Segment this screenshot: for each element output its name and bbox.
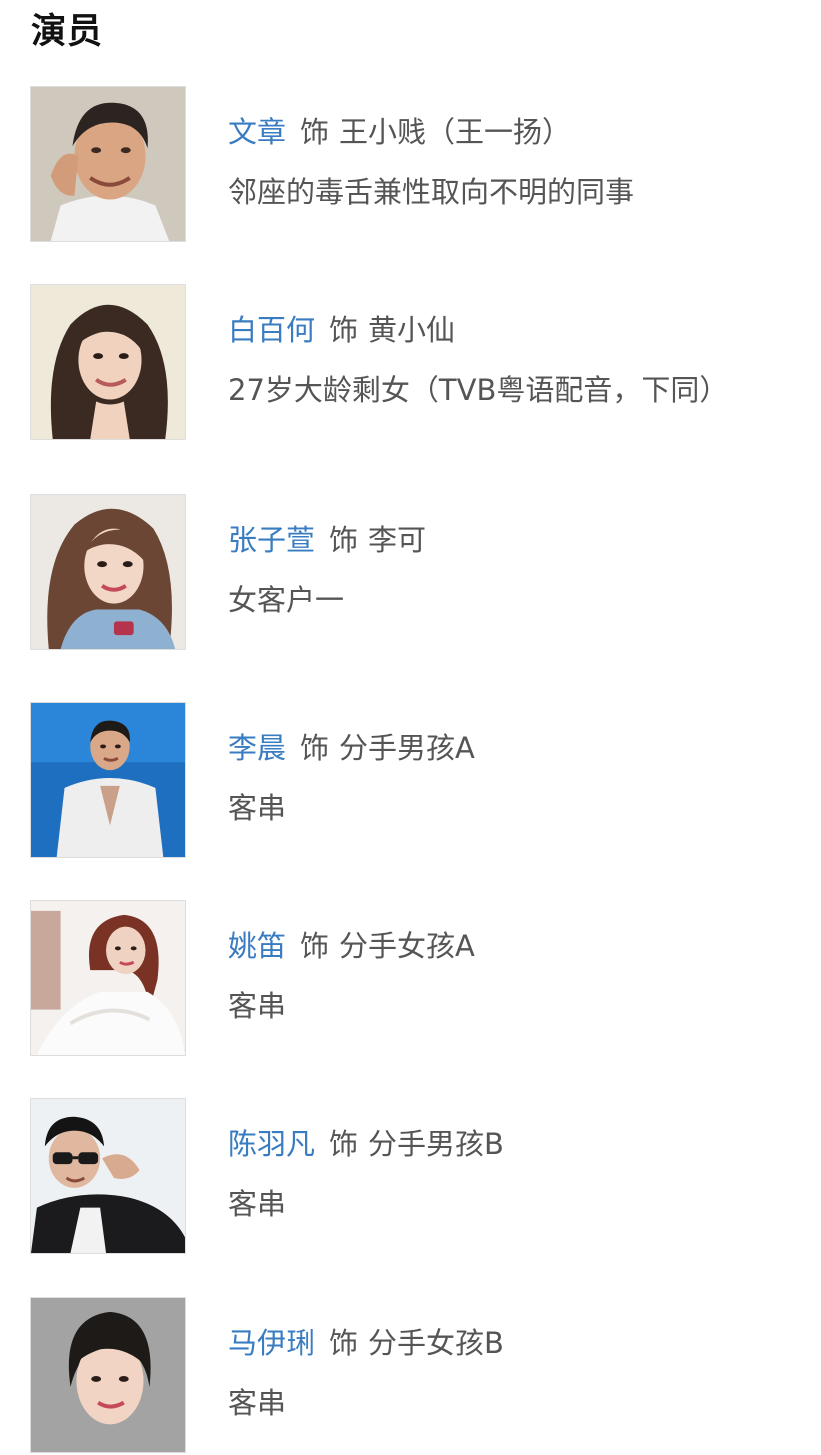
cast-item: 张子萱饰李可 女客户一	[30, 494, 810, 652]
as-label: 饰	[300, 929, 330, 963]
actor-name-link[interactable]: 张子萱	[228, 523, 315, 557]
cast-line: 马伊琍饰分手女孩B	[228, 1323, 504, 1363]
cast-item: 马伊琍饰分手女孩B 客串	[30, 1297, 810, 1455]
as-label: 饰	[329, 313, 359, 347]
role-description: 女客户一	[228, 583, 345, 617]
actor-photo[interactable]	[30, 494, 186, 650]
role-name: 分手男孩B	[368, 1127, 504, 1161]
actor-name-link[interactable]: 白百何	[228, 313, 315, 347]
cast-line: 白百何饰黄小仙	[228, 310, 455, 350]
actor-photo[interactable]	[30, 1098, 186, 1254]
actor-name-link[interactable]: 文章	[228, 115, 286, 149]
as-label: 饰	[300, 115, 330, 149]
actor-photo[interactable]	[30, 284, 186, 440]
actor-name-link[interactable]: 陈羽凡	[228, 1127, 315, 1161]
as-label: 饰	[329, 1127, 359, 1161]
actor-name-link[interactable]: 姚笛	[228, 929, 286, 963]
actor-photo[interactable]	[30, 702, 186, 858]
as-label: 饰	[300, 731, 330, 765]
portrait-man-blue-background-icon	[31, 703, 185, 857]
role-description: 客串	[228, 989, 287, 1023]
actor-photo[interactable]	[30, 86, 186, 242]
actor-name-link[interactable]: 李晨	[228, 731, 286, 765]
cast-item: 姚笛饰分手女孩A 客串	[30, 900, 810, 1058]
cast-item: 白百何饰黄小仙 27岁大龄剩女（TVB粤语配音，下同）	[30, 284, 810, 442]
actor-name-link[interactable]: 马伊琍	[228, 1326, 315, 1360]
portrait-woman-short-hair-icon	[31, 1298, 185, 1452]
portrait-woman-long-hair-icon	[31, 495, 185, 649]
cast-line: 李晨饰分手男孩A	[228, 728, 475, 768]
role-name: 分手女孩B	[368, 1326, 504, 1360]
cast-line: 文章饰王小贱（王一扬）	[228, 112, 571, 152]
cast-item: 陈羽凡饰分手男孩B 客串	[30, 1098, 810, 1256]
as-label: 饰	[329, 1326, 359, 1360]
role-name: 王小贱（王一扬）	[339, 115, 572, 149]
as-label: 饰	[329, 523, 359, 557]
portrait-woman-white-dress-icon	[31, 901, 185, 1055]
portrait-woman-curly-hair-icon	[31, 285, 185, 439]
cast-item: 文章饰王小贱（王一扬） 邻座的毒舌兼性取向不明的同事	[30, 86, 810, 244]
role-description: 27岁大龄剩女（TVB粤语配音，下同）	[228, 373, 729, 407]
role-description: 客串	[228, 1386, 287, 1420]
role-description: 客串	[228, 791, 287, 825]
cast-line: 姚笛饰分手女孩A	[228, 926, 475, 966]
role-description: 客串	[228, 1187, 287, 1221]
role-description: 邻座的毒舌兼性取向不明的同事	[228, 175, 635, 209]
actor-photo[interactable]	[30, 1297, 186, 1453]
role-name: 分手男孩A	[339, 731, 475, 765]
role-name: 黄小仙	[368, 313, 456, 347]
cast-line: 张子萱饰李可	[228, 520, 426, 560]
actor-photo[interactable]	[30, 900, 186, 1056]
role-name: 李可	[368, 523, 427, 557]
cast-list: 文章饰王小贱（王一扬） 邻座的毒舌兼性取向不明的同事 白百何饰黄小仙 27岁大龄…	[0, 0, 821, 1453]
portrait-man-sunglasses-icon	[31, 1099, 185, 1253]
cast-item: 李晨饰分手男孩A 客串	[30, 702, 810, 860]
cast-line: 陈羽凡饰分手男孩B	[228, 1124, 504, 1164]
role-name: 分手女孩A	[339, 929, 475, 963]
portrait-man-smiling-icon	[31, 87, 185, 241]
